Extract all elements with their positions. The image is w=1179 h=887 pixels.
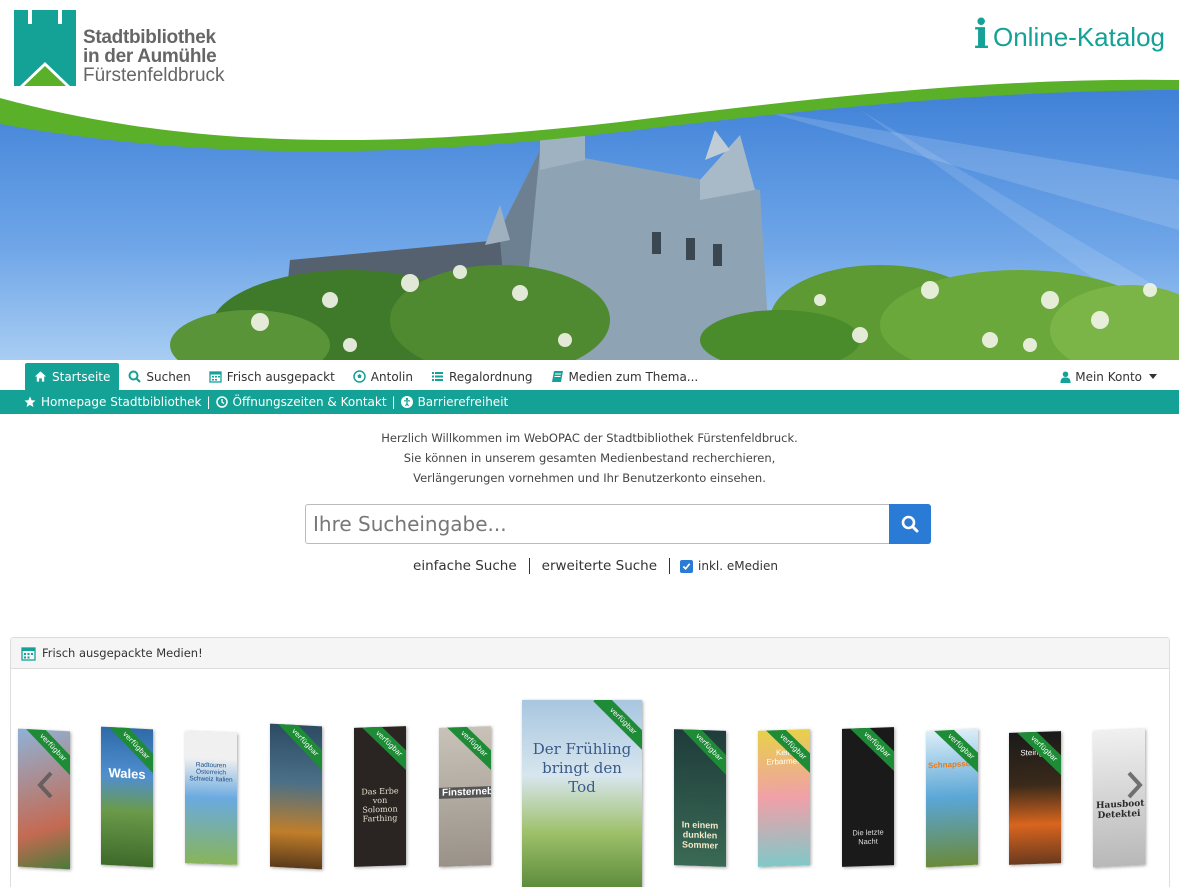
logo-line-2: in der Aumühle — [83, 46, 217, 67]
simple-search-link[interactable]: einfache Suche — [401, 558, 529, 574]
account-menu[interactable]: Mein Konto — [1060, 363, 1157, 390]
katalog-label: Online-Katalog — [993, 22, 1165, 52]
book-title: In einem dunklen Sommer — [681, 819, 719, 851]
search-icon — [128, 370, 142, 383]
nav-label: Regalordnung — [448, 369, 533, 384]
book-title: Radtouren Österreich Schweiz Italien — [189, 761, 233, 784]
info-icon: i — [973, 11, 989, 58]
search-input[interactable] — [305, 504, 889, 544]
book-title: Die letzte Nacht — [852, 827, 884, 847]
carousel-next-button[interactable] — [1119, 765, 1149, 805]
nav-label: Suchen — [146, 369, 191, 384]
availability-ribbon: verfügbar — [679, 729, 726, 778]
book-icon — [551, 370, 564, 383]
chevron-left-icon — [37, 771, 53, 799]
media-carousel: verfügbar Wales verfügbar Radtouren Öste… — [11, 670, 1169, 887]
chevron-right-icon — [1127, 771, 1143, 799]
subnav-label: Öffnungszeiten & Kontakt — [232, 395, 387, 409]
emedien-checkbox[interactable]: inkl. eMedien — [670, 559, 778, 573]
book-cover[interactable]: Das Erbe von Solomon Farthing verfügbar — [354, 726, 406, 867]
book-cover[interactable]: Der Frühling bringt den Tod verfügbar — [522, 700, 642, 887]
panel-header: Frisch ausgepackte Medien! — [11, 638, 1169, 669]
welcome-line-3: Verlängerungen vornehmen und Ihr Benutze… — [413, 471, 766, 485]
logo-line-1: Stadtbibliothek — [83, 27, 216, 48]
availability-ribbon: verfügbar — [847, 727, 894, 774]
separator: | — [391, 395, 396, 409]
search-button[interactable] — [889, 504, 931, 544]
new-media-panel: Frisch ausgepackte Medien! verfügbar Wal… — [10, 637, 1170, 887]
accessibility-icon — [400, 396, 413, 408]
search-options: einfache Suche erweiterte Suche inkl. eM… — [0, 558, 1179, 574]
subnav-label: Homepage Stadtbibliothek — [41, 395, 202, 409]
book-cover[interactable]: Die letzte Nacht verfügbar — [842, 727, 894, 867]
nav-item-frisch-ausgepackt[interactable]: Frisch ausgepackt — [200, 363, 344, 390]
welcome-line-1: Herzlich Willkommen im WebOPAC der Stadt… — [381, 431, 798, 445]
sub-nav: Homepage Stadtbibliothek | Öffnungszeite… — [0, 390, 1179, 414]
subnav-item-oeffnungszeiten[interactable]: Öffnungszeiten & Kontakt — [215, 395, 387, 409]
nav-item-regalordnung[interactable]: Regalordnung — [422, 363, 542, 390]
advanced-search-link[interactable]: erweiterte Suche — [530, 558, 669, 574]
header: Stadtbibliothek in der Aumühle Fürstenfe… — [0, 0, 1179, 360]
carousel-prev-button[interactable] — [31, 765, 61, 805]
book-cover[interactable]: Kein Erbarmen verfügbar — [758, 729, 810, 867]
chevron-down-icon — [1149, 374, 1157, 379]
nav-item-medien-zum-thema[interactable]: Medien zum Thema... — [542, 363, 708, 390]
panel-title: Frisch ausgepackte Medien! — [42, 646, 203, 660]
logo-line-3: Fürstenfeldbruck — [83, 65, 225, 86]
nav-item-antolin[interactable]: Antolin — [344, 363, 422, 390]
subnav-label: Barrierefreiheit — [417, 395, 509, 409]
availability-ribbon: verfügbar — [275, 723, 322, 774]
book-cover[interactable]: Schnapsschoule verfügbar — [926, 728, 978, 868]
library-logo[interactable]: Stadtbibliothek in der Aumühle Fürstenfe… — [14, 10, 225, 86]
emedien-label: inkl. eMedien — [698, 559, 778, 573]
book-title: Wales — [108, 765, 146, 782]
book-title: Das Erbe von Solomon Farthing — [361, 786, 399, 824]
soccer-ball-icon — [353, 370, 366, 383]
book-cover[interactable]: Wales verfügbar — [101, 726, 153, 868]
subnav-item-homepage[interactable]: Homepage Stadtbibliothek — [24, 395, 201, 409]
online-katalog-title: i Online-Katalog — [973, 11, 1165, 58]
nav-label: Frisch ausgepackt — [226, 369, 335, 384]
welcome-line-2: Sie können in unserem gesamten Medienbes… — [403, 451, 776, 465]
book-title: Der Frühling bringt den Tod — [532, 740, 632, 796]
subnav-item-barrierefreiheit[interactable]: Barrierefreiheit — [400, 395, 509, 409]
account-label: Mein Konto — [1075, 369, 1142, 384]
availability-ribbon: verfügbar — [444, 726, 491, 773]
nav-item-suchen[interactable]: Suchen — [119, 363, 199, 390]
search-icon — [901, 515, 919, 533]
book-cover[interactable]: verfügbar — [270, 723, 322, 870]
book-cover[interactable]: Finsternebel verfügbar — [439, 726, 491, 867]
book-cover[interactable]: In einem dunklen Sommer verfügbar — [674, 729, 726, 867]
star-icon — [24, 396, 36, 408]
list-icon — [431, 370, 444, 383]
main-nav: Startseite Suchen Frisch ausgepackt Anto… — [0, 360, 1179, 390]
nav-item-startseite[interactable]: Startseite — [25, 363, 120, 390]
clock-icon — [215, 396, 228, 408]
logo-mark-icon — [14, 10, 76, 86]
book-title: Finsternebel — [439, 786, 491, 799]
home-icon — [34, 370, 47, 383]
book-cover[interactable]: Steingut verfügbar — [1009, 731, 1061, 865]
nav-label: Antolin — [370, 369, 413, 384]
search-bar — [305, 504, 931, 544]
calendar-icon — [21, 646, 36, 661]
separator: | — [206, 395, 211, 409]
welcome-text: Herzlich Willkommen im WebOPAC der Stadt… — [0, 428, 1179, 488]
nav-label: Startseite — [52, 369, 111, 384]
book-cover[interactable]: Radtouren Österreich Schweiz Italien — [185, 731, 237, 865]
nav-label: Medien zum Thema... — [568, 369, 699, 384]
calendar-icon — [209, 370, 222, 383]
checkbox-checked-icon — [680, 559, 694, 573]
user-icon — [1060, 371, 1071, 383]
availability-ribbon: verfügbar — [359, 726, 406, 773]
